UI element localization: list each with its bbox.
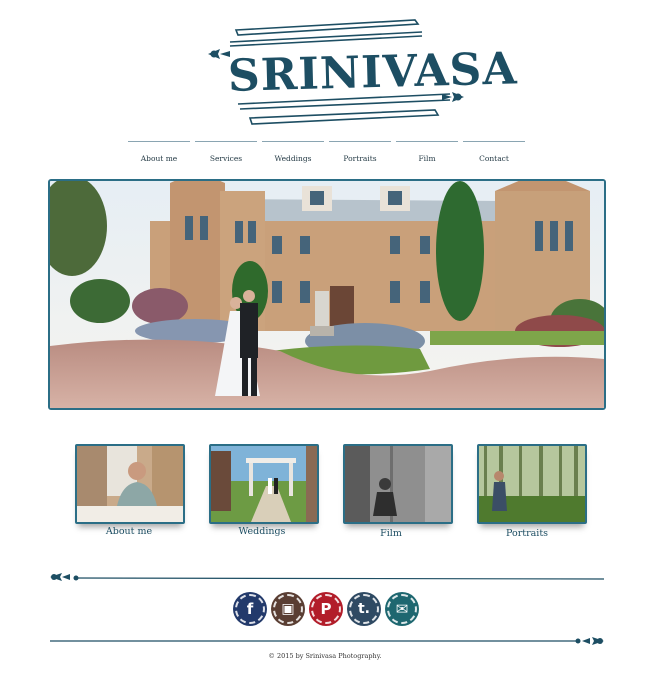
pinterest-link[interactable]: P (309, 592, 343, 626)
facebook-icon: f (235, 594, 265, 624)
instagram-icon: ▣ (273, 594, 303, 624)
nav-divider (128, 141, 190, 142)
gallery-thumb-weddings[interactable] (209, 444, 319, 524)
gallery-label[interactable]: Film (336, 528, 446, 539)
nav-item-film[interactable]: Film (396, 141, 458, 163)
gallery-thumb-portraits[interactable] (477, 444, 587, 524)
nav-divider (262, 141, 324, 142)
nav-label[interactable]: About me (128, 154, 190, 163)
nav-divider (463, 141, 525, 142)
weddings-photo (211, 446, 317, 522)
nav-label[interactable]: Contact (463, 154, 525, 163)
gallery-thumb-about[interactable] (75, 444, 185, 524)
nav-item-portraits[interactable]: Portraits (329, 141, 391, 163)
nav-divider (396, 141, 458, 142)
nav-item-weddings[interactable]: Weddings (262, 141, 324, 163)
hero-photo (50, 181, 604, 408)
nav-item-about[interactable]: About me (128, 141, 190, 163)
hero-image (48, 179, 606, 410)
gallery-label[interactable]: Weddings (207, 526, 317, 537)
nav-item-services[interactable]: Services (195, 141, 257, 163)
nav-divider (195, 141, 257, 142)
instagram-link[interactable]: ▣ (271, 592, 305, 626)
tumblr-icon: t. (349, 594, 379, 624)
gallery-label[interactable]: About me (74, 526, 184, 537)
facebook-link[interactable]: f (233, 592, 267, 626)
nav-label[interactable]: Weddings (262, 154, 324, 163)
nav-label[interactable]: Film (396, 154, 458, 163)
gallery-thumb-film[interactable] (343, 444, 453, 524)
nav-divider (329, 141, 391, 142)
nav-item-contact[interactable]: Contact (463, 141, 525, 163)
about-photo (77, 446, 183, 522)
gallery-label[interactable]: Portraits (472, 528, 582, 539)
email-icon: ✉ (387, 594, 417, 624)
film-photo (345, 446, 451, 522)
email-link[interactable]: ✉ (385, 592, 419, 626)
nav-label[interactable]: Portraits (329, 154, 391, 163)
pinterest-icon: P (311, 594, 341, 624)
brand-title[interactable]: SRINIVASA (227, 43, 518, 102)
portraits-photo (479, 446, 585, 522)
nav-label[interactable]: Services (195, 154, 257, 163)
tumblr-link[interactable]: t. (347, 592, 381, 626)
ornament-divider (50, 637, 604, 645)
ornament-divider (50, 573, 605, 581)
footer-copyright: © 2015 by Srinivasa Photography. (268, 652, 382, 660)
